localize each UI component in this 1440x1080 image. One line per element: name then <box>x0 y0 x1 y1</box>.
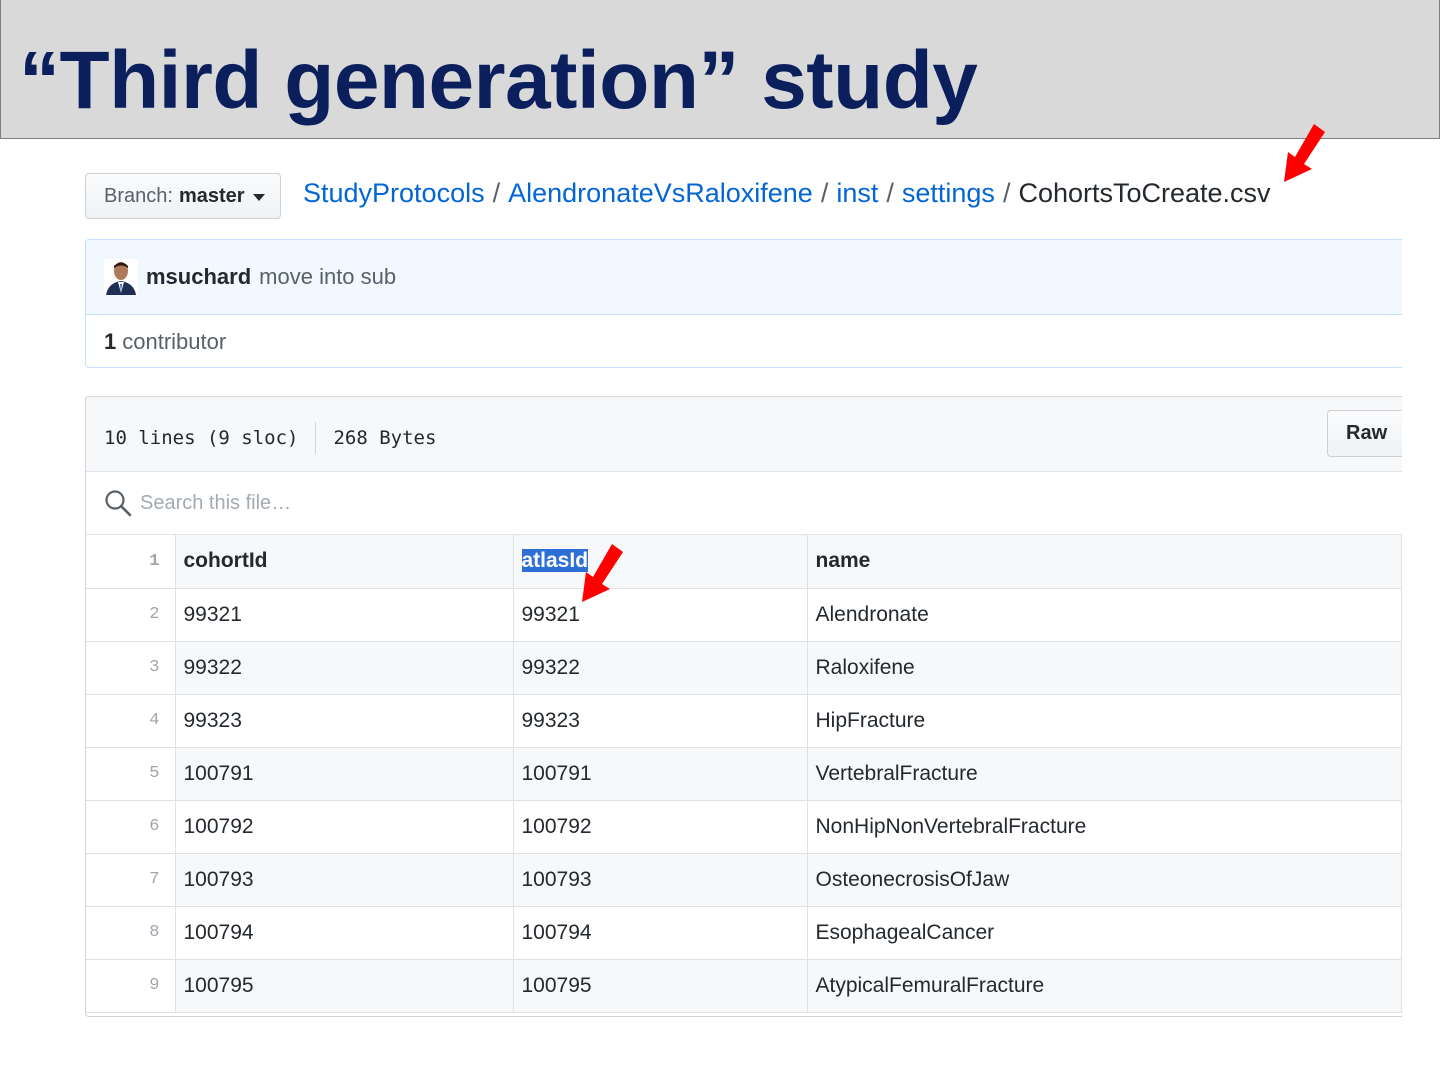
breadcrumb-current-file: CohortsToCreate.csv <box>1018 178 1271 208</box>
csv-table: 1 cohortId atlasId name 2 99321 99321 Alend… <box>86 535 1402 1013</box>
breadcrumb-separator: / <box>886 178 894 208</box>
table-row: 6 100792 100792 NonHipNonVertebralFracture <box>86 800 1402 854</box>
latest-commit-bar: msuchard move into sub <box>86 240 1402 315</box>
line-number[interactable]: 1 <box>86 535 176 589</box>
file-viewer: 10 lines (9 sloc) 268 Bytes Raw 1 cohort… <box>85 396 1402 1017</box>
header-cell-name: name <box>807 535 1402 589</box>
cell-cohortid: 100795 <box>175 959 514 1013</box>
table-row: 8 100794 100794 EsophagealCancer <box>86 906 1402 960</box>
table-row: 5 100791 100791 VertebralFracture <box>86 747 1402 801</box>
cell-name: HipFracture <box>807 694 1402 748</box>
cell-name: EsophagealCancer <box>807 906 1402 960</box>
table-row: 4 99323 99323 HipFracture <box>86 694 1402 748</box>
slide-title-bar: “Third generation” study <box>0 0 1440 139</box>
file-info-divider <box>315 422 317 454</box>
table-row: 9 100795 100795 AtypicalFemuralFracture <box>86 959 1402 1013</box>
breadcrumb-link-studyprotocols[interactable]: StudyProtocols <box>303 178 485 208</box>
caret-down-icon <box>252 194 265 201</box>
line-number[interactable]: 7 <box>86 853 176 907</box>
cell-cohortid: 100793 <box>175 853 514 907</box>
search-icon <box>105 490 132 517</box>
red-arrow-icon <box>1284 124 1325 182</box>
breadcrumb-link-alendronatevsraloxifene[interactable]: AlendronateVsRaloxifene <box>508 178 813 208</box>
branch-value: master <box>178 184 245 207</box>
table-row: 2 99321 99321 Alendronate <box>86 588 1402 642</box>
cell-cohortid: 100792 <box>175 800 514 854</box>
red-arrow-icon <box>582 544 623 602</box>
breadcrumb-separator: / <box>1002 178 1011 208</box>
breadcrumb-separator: / <box>820 178 829 208</box>
cell-name: AtypicalFemuralFracture <box>807 959 1402 1013</box>
contributor-label: contributor <box>122 329 227 354</box>
table-row: 7 100793 100793 OsteonecrosisOfJaw <box>86 853 1402 907</box>
file-search-bar <box>86 472 1402 535</box>
file-info: 10 lines (9 sloc) 268 Bytes <box>104 422 436 454</box>
cell-name: NonHipNonVertebralFracture <box>807 800 1402 854</box>
commit-author-link[interactable]: msuchard <box>146 264 251 290</box>
raw-button[interactable]: Raw <box>1327 410 1402 457</box>
line-number[interactable]: 6 <box>86 800 176 854</box>
branch-label: Branch: <box>104 184 173 207</box>
header-cell-cohortid: cohortId <box>175 535 514 589</box>
cell-cohortid: 99323 <box>175 694 514 748</box>
slide-title: “Third generation” study <box>19 35 978 126</box>
breadcrumb-link-settings[interactable]: settings <box>902 178 995 208</box>
header-cell-atlasid: atlasId <box>513 535 808 589</box>
contributor-count: 1 <box>104 329 117 354</box>
line-number[interactable]: 9 <box>86 959 176 1013</box>
cell-cohortid: 99322 <box>175 641 514 695</box>
table-row: 3 99322 99322 Raloxifene <box>86 641 1402 695</box>
cell-cohortid: 100794 <box>175 906 514 960</box>
avatar[interactable] <box>104 259 138 295</box>
breadcrumb-link-inst[interactable]: inst <box>836 178 878 208</box>
file-line-count: 10 lines (9 sloc) <box>104 427 299 449</box>
line-number[interactable]: 3 <box>86 641 176 695</box>
cell-atlasid: 100792 <box>513 800 808 854</box>
cell-atlasid: 100794 <box>513 906 808 960</box>
cell-name: OsteonecrosisOfJaw <box>807 853 1402 907</box>
breadcrumb-separator: / <box>492 178 501 208</box>
file-size: 268 Bytes <box>333 427 437 449</box>
file-search-input[interactable] <box>138 490 542 516</box>
cell-name: Raloxifene <box>807 641 1402 695</box>
cell-atlasid: 100793 <box>513 853 808 907</box>
cell-name: VertebralFracture <box>807 747 1402 801</box>
commit-message-link[interactable]: move into sub <box>259 264 396 290</box>
cell-cohortid: 100791 <box>175 747 514 801</box>
cell-name: Alendronate <box>807 588 1402 642</box>
table-header-row: 1 cohortId atlasId name <box>86 535 1402 589</box>
file-header: 10 lines (9 sloc) 268 Bytes Raw <box>86 397 1402 472</box>
commit-info-box: msuchard move into sub 1 contributor <box>85 239 1402 368</box>
line-number[interactable]: 5 <box>86 747 176 801</box>
cell-atlasid: 99322 <box>513 641 808 695</box>
cell-atlasid: 100791 <box>513 747 808 801</box>
cell-cohortid: 99321 <box>175 588 514 642</box>
contributors-row[interactable]: 1 contributor <box>86 315 1402 367</box>
cell-atlasid: 100795 <box>513 959 808 1013</box>
cell-atlasid: 99323 <box>513 694 808 748</box>
line-number[interactable]: 2 <box>86 588 176 642</box>
breadcrumb: StudyProtocols / AlendronateVsRaloxifene / i… <box>303 178 1271 209</box>
cell-atlasid: 99321 <box>513 588 808 642</box>
line-number[interactable]: 4 <box>86 694 176 748</box>
line-number[interactable]: 8 <box>86 906 176 960</box>
branch-selector-button[interactable]: Branch: master <box>85 173 281 219</box>
